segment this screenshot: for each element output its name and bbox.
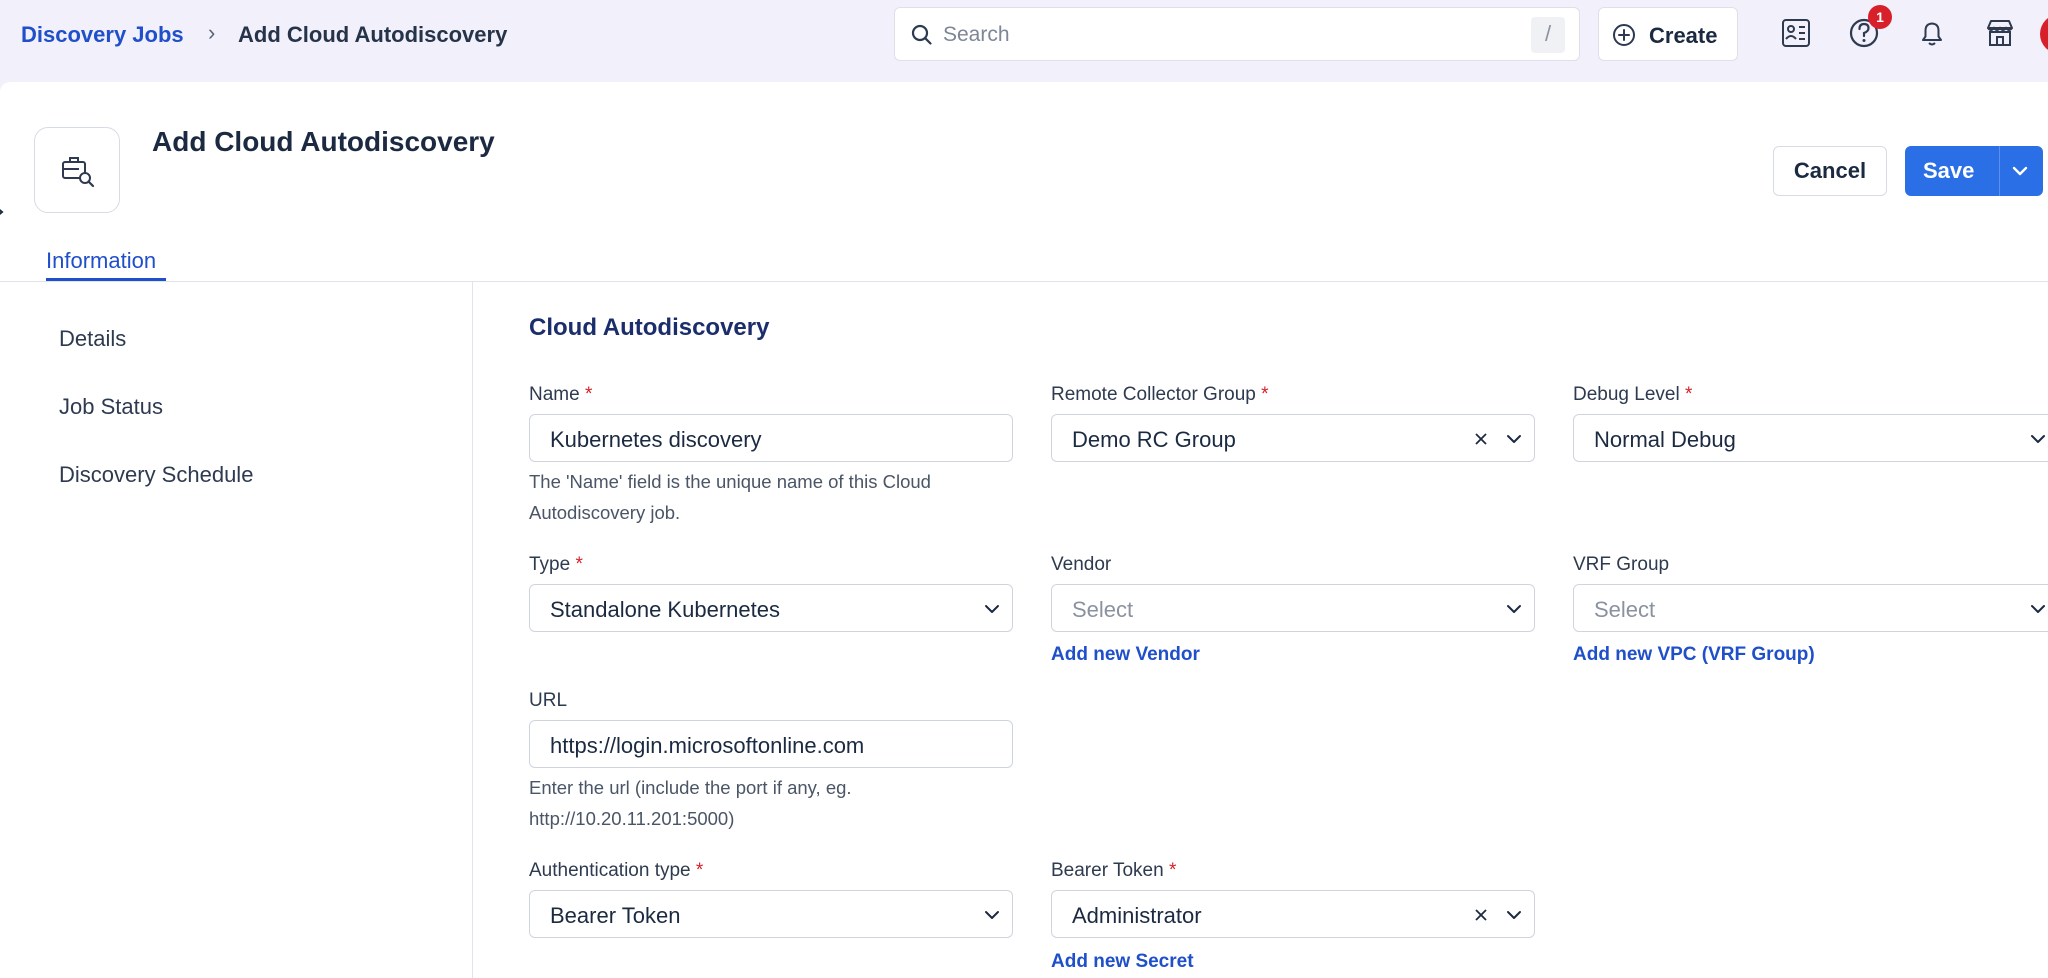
store-icon[interactable] — [1981, 14, 2019, 52]
remote-collector-group-label: Remote Collector Group * — [1051, 384, 1269, 405]
authentication-type-label: Authentication type * — [529, 860, 704, 881]
clear-icon[interactable] — [1470, 904, 1492, 926]
vendor-label: Vendor — [1051, 554, 1112, 575]
bearer-token-label: Bearer Token * — [1051, 860, 1177, 881]
breadcrumb-separator: › — [208, 20, 216, 45]
chevron-down-icon[interactable] — [2026, 597, 2048, 621]
bearer-token-select[interactable]: Administrator — [1051, 890, 1535, 938]
url-label: URL — [529, 690, 568, 711]
save-divider — [1999, 146, 2000, 196]
page-icon — [34, 127, 120, 213]
authentication-type-select[interactable]: Bearer Token — [529, 890, 1013, 938]
debug-level-label: Debug Level * — [1573, 384, 1693, 405]
save-button[interactable]: Save — [1905, 146, 2043, 196]
vrf-group-select[interactable]: Select — [1573, 584, 2048, 632]
chevron-down-icon[interactable] — [2026, 427, 2048, 451]
create-label: Create — [1649, 23, 1718, 48]
name-input[interactable]: Kubernetes discovery — [529, 414, 1013, 462]
tab-information[interactable]: Information — [46, 248, 156, 274]
chevron-down-icon[interactable] — [2005, 157, 2035, 185]
clear-icon[interactable] — [1470, 428, 1492, 450]
create-button[interactable]: Create — [1598, 7, 1738, 61]
plus-circle-icon — [1613, 24, 1635, 46]
name-help-text: The 'Name' field is the unique name of t… — [529, 471, 931, 523]
save-label: Save — [1923, 158, 1975, 183]
sidebar-item-job-status[interactable]: Job Status — [59, 394, 163, 420]
sidebar-item-details[interactable]: Details — [59, 326, 126, 352]
tab-divider — [0, 281, 2048, 282]
remote-collector-group-select[interactable]: Demo RC Group — [1051, 414, 1535, 462]
sidebar-divider — [472, 282, 473, 978]
url-input[interactable]: https://login.microsoftonline.com — [529, 720, 1013, 768]
search-shortcut-hint: / — [1531, 17, 1565, 53]
section-title: Cloud Autodiscovery — [529, 314, 770, 341]
chevron-down-icon[interactable] — [980, 903, 1004, 927]
breadcrumb-discovery-jobs[interactable]: Discovery Jobs — [21, 22, 184, 48]
url-help-text: Enter the url (include the port if any, … — [529, 777, 852, 829]
add-new-secret-link[interactable]: Add new Secret — [1051, 951, 1194, 973]
global-search[interactable]: Search / — [894, 7, 1580, 61]
cancel-button[interactable]: Cancel — [1773, 146, 1887, 196]
chevron-down-icon[interactable] — [1502, 903, 1526, 927]
collapse-arrow-icon[interactable] — [0, 202, 4, 222]
briefcase-search-icon — [62, 157, 95, 188]
chevron-down-icon[interactable] — [980, 597, 1004, 621]
type-label: Type * — [529, 554, 583, 575]
page-title: Add Cloud Autodiscovery — [152, 126, 495, 157]
chevron-down-icon[interactable] — [1502, 597, 1526, 621]
add-new-vendor-link[interactable]: Add new Vendor — [1051, 644, 1200, 666]
vendor-select[interactable]: Select — [1051, 584, 1535, 632]
top-bar: Discovery Jobs › Add Cloud Autodiscovery… — [0, 0, 2048, 82]
search-placeholder: Search — [943, 23, 1010, 46]
search-icon — [911, 24, 932, 45]
type-select[interactable]: Standalone Kubernetes — [529, 584, 1013, 632]
chevron-down-icon[interactable] — [1502, 427, 1526, 451]
add-new-vrf-group-link[interactable]: Add new VPC (VRF Group) — [1573, 644, 1815, 666]
contacts-list-icon[interactable] — [1777, 14, 1815, 52]
name-label: Name * — [529, 384, 593, 405]
breadcrumb-current: Add Cloud Autodiscovery — [238, 22, 508, 47]
avatar[interactable] — [2040, 14, 2048, 54]
debug-level-select[interactable]: Normal Debug — [1573, 414, 2048, 462]
bell-icon[interactable] — [1913, 14, 1951, 52]
sidebar-item-discovery-schedule[interactable]: Discovery Schedule — [59, 462, 253, 488]
help-notification-badge: 1 — [1868, 5, 1892, 29]
main-panel: Add Cloud Autodiscovery Cancel Save Info… — [0, 82, 2048, 978]
vrf-group-label: VRF Group — [1573, 554, 1670, 575]
